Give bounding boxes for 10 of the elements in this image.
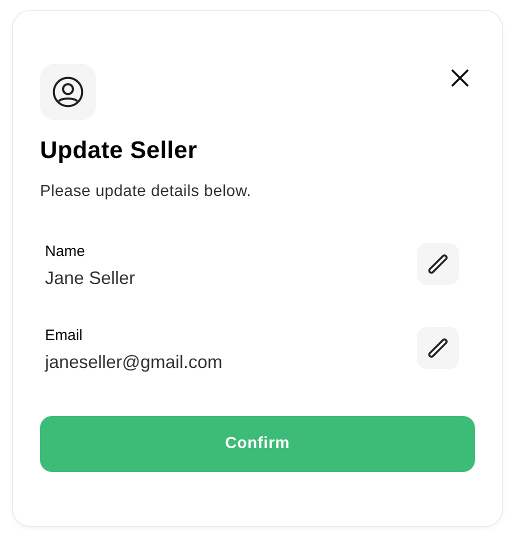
dialog-subtitle: Please update details below. [40, 183, 252, 201]
confirm-button[interactable]: Confirm [40, 416, 475, 472]
field-label: Name [45, 243, 86, 260]
field-value: janeseller@gmail.com [45, 352, 222, 373]
dialog-title: Update Seller [40, 137, 198, 165]
user-icon [40, 64, 96, 120]
field-value: Jane Seller [45, 268, 136, 289]
edit-button[interactable] [417, 243, 459, 285]
field-label: Email [45, 327, 84, 344]
edit-button[interactable] [417, 327, 459, 369]
